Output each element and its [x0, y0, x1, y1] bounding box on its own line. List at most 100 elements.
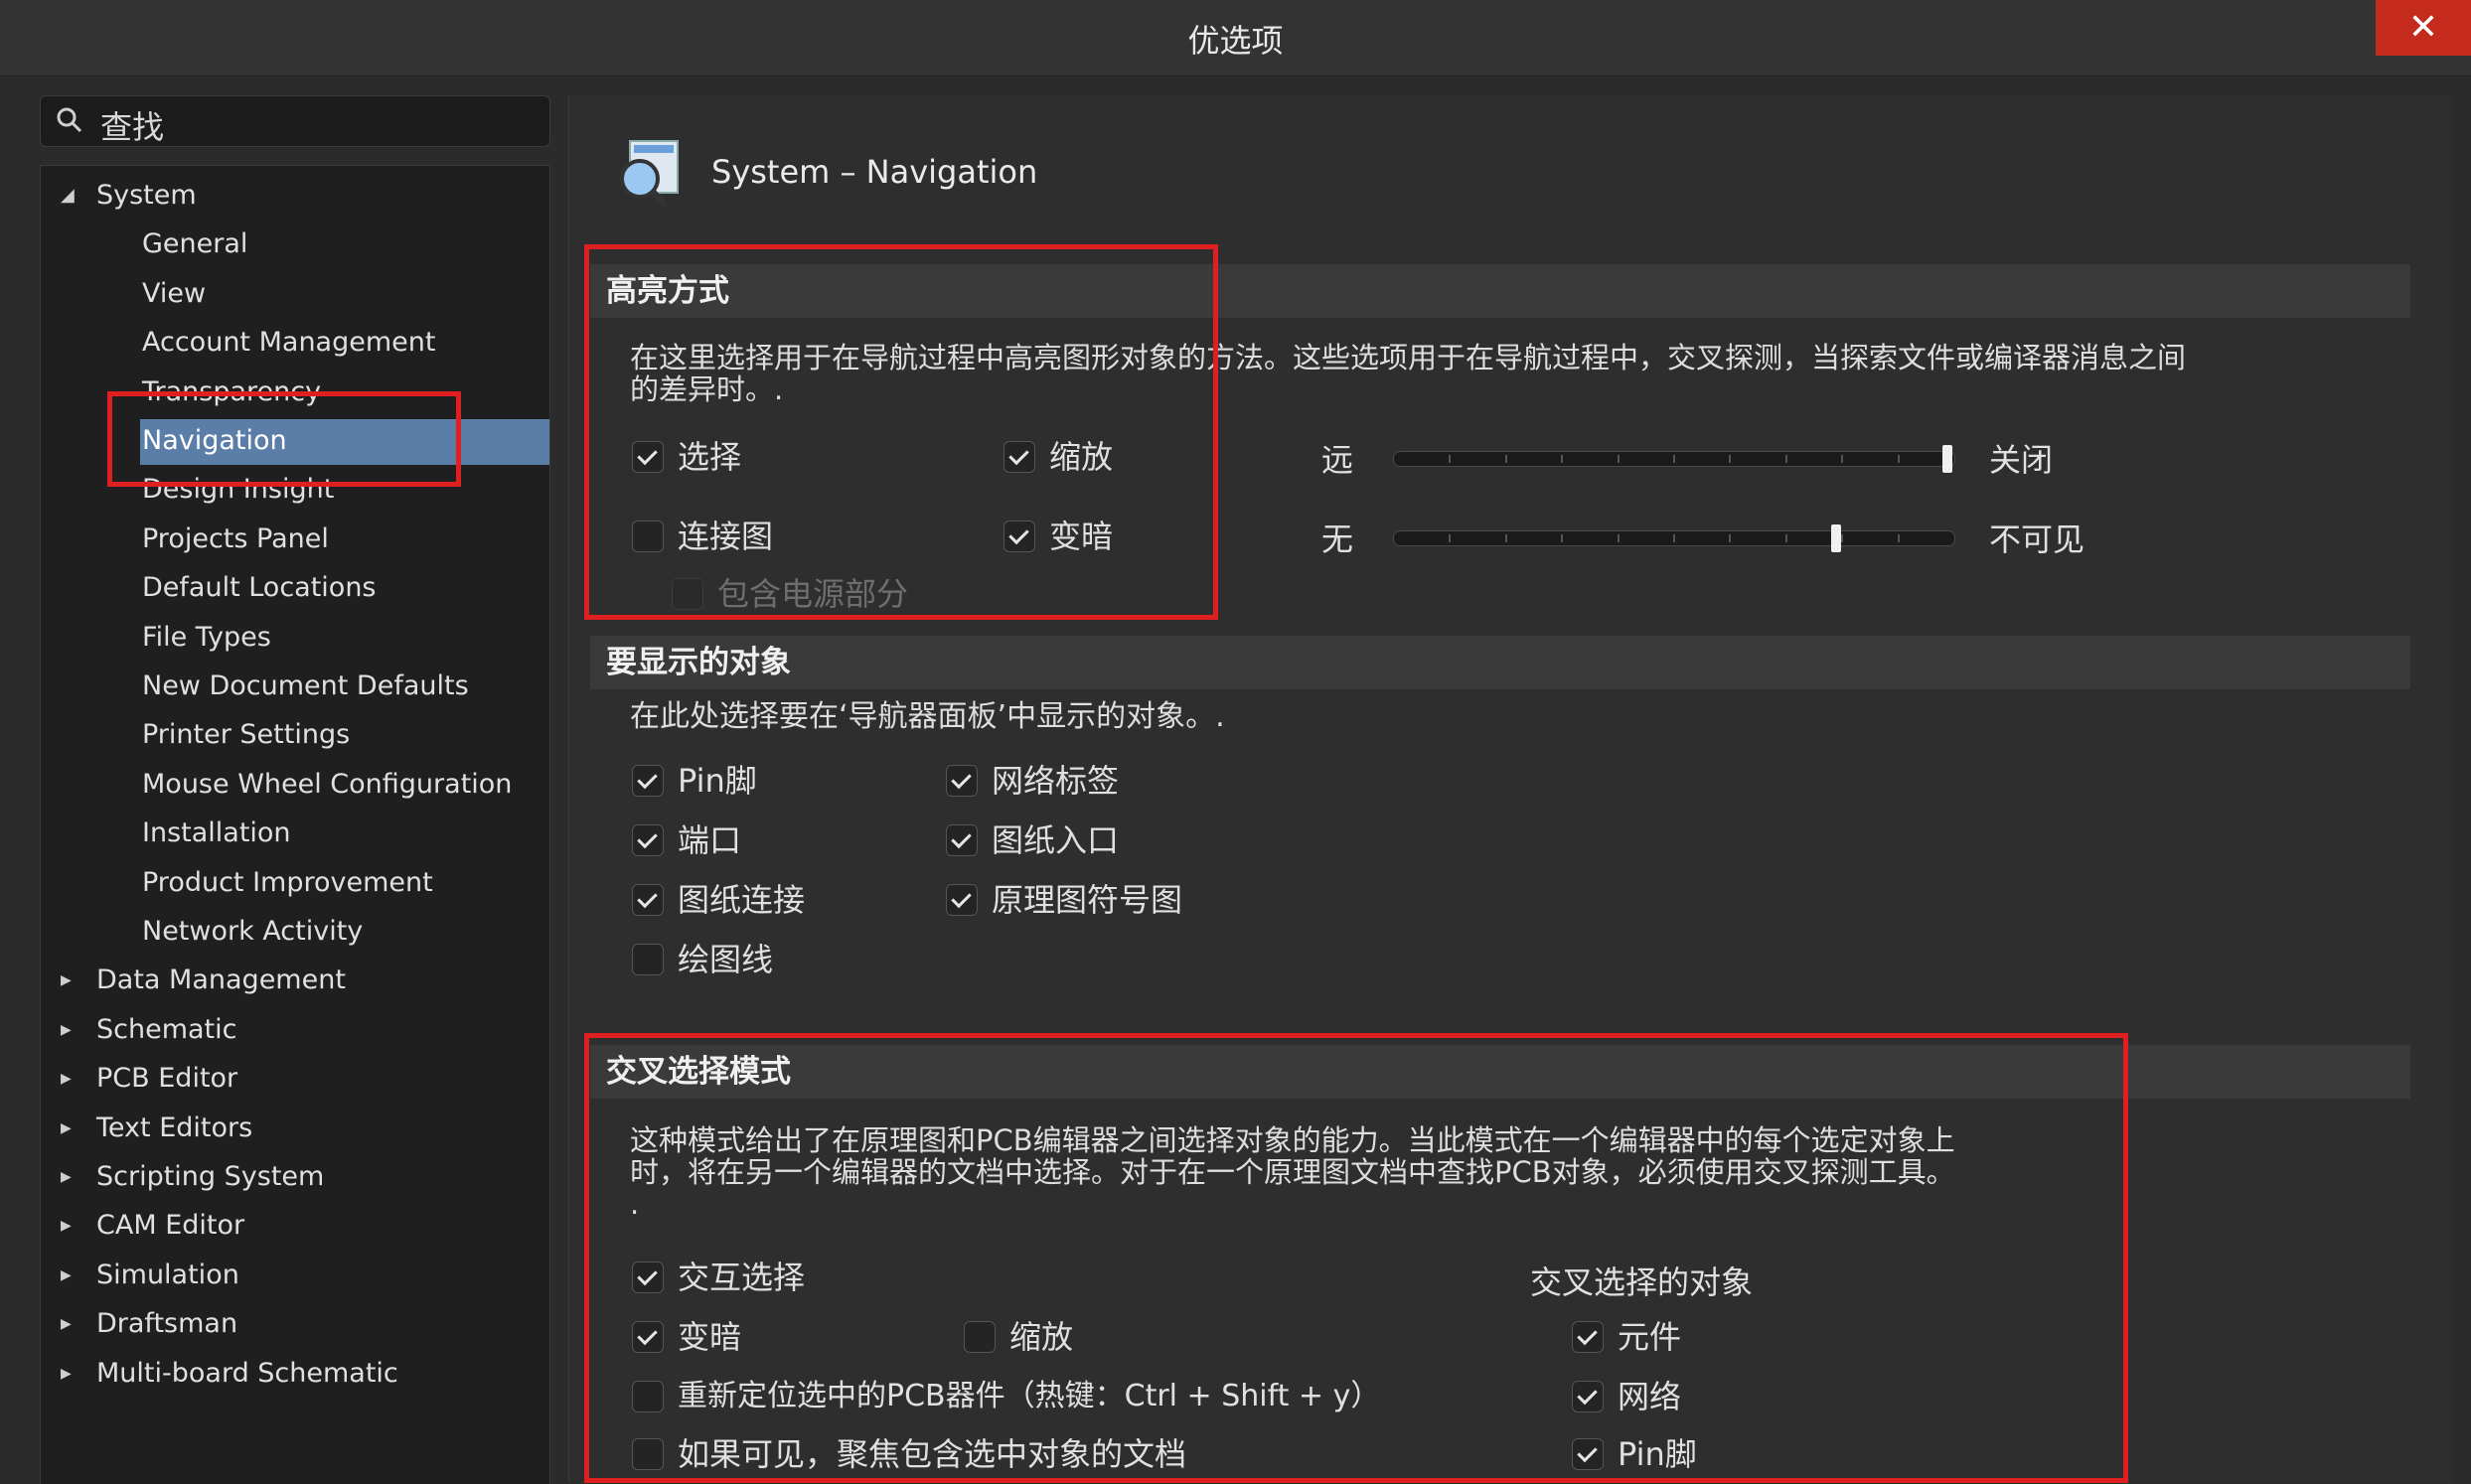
object-checkbox-box[interactable] [946, 824, 978, 856]
expand-arrow-icon[interactable]: ▶ [61, 1252, 75, 1299]
page-title: System – Navigation [711, 153, 1038, 191]
tree-item-view[interactable]: View [41, 270, 549, 318]
slider-tick [1504, 534, 1507, 542]
tree-item-label: Installation [142, 817, 291, 849]
highlight-dim-label: 变暗 [1049, 518, 1114, 555]
section-objects-header: 要显示的对象 [590, 636, 2410, 689]
highlight-zoom-box[interactable] [1004, 441, 1035, 473]
tree-item-multi-board-schematic[interactable]: ▶ Multi-board Schematic [41, 1350, 549, 1398]
object-checkbox-box[interactable] [632, 824, 664, 856]
slider-tick [1729, 455, 1732, 463]
tree-item-scripting-system[interactable]: ▶ Scripting System [41, 1153, 549, 1201]
tree-item-label: CAM Editor [96, 1210, 245, 1242]
tree-item-product-improvement[interactable]: Product Improvement [41, 859, 549, 907]
zoom-slider-thumb[interactable] [1942, 445, 1953, 473]
expand-arrow-icon[interactable]: ▶ [61, 1202, 75, 1250]
close-button[interactable]: ✕ [2376, 0, 2471, 56]
tree-item-default-locations[interactable]: Default Locations [41, 564, 549, 612]
object-checkbox-box[interactable] [632, 884, 664, 916]
cross-pins-box[interactable] [1572, 1438, 1604, 1470]
object-checkbox-label: 网络标签 [992, 762, 1120, 800]
cross-zoom-box[interactable] [964, 1321, 996, 1353]
tree-item-label: New Document Defaults [142, 670, 469, 701]
tree-item-transparency[interactable]: Transparency [41, 369, 549, 416]
tree-item-label: Transparency [142, 375, 322, 407]
expand-arrow-icon[interactable]: ▶ [61, 1055, 75, 1103]
cross-nets-label: 网络 [1618, 1378, 1682, 1415]
expand-arrow-icon[interactable]: ▶ [61, 1300, 75, 1348]
highlight-select-label: 选择 [678, 438, 742, 476]
expand-arrow-icon[interactable]: ▶ [61, 1153, 75, 1201]
cross-dim-box[interactable] [632, 1321, 664, 1353]
tree-item-label: Design Insight [142, 474, 335, 506]
slider-tick [1504, 455, 1507, 463]
tree-item-account-management[interactable]: Account Management [41, 319, 549, 367]
cross-nets-box[interactable] [1572, 1381, 1604, 1412]
tree-item-draftsman[interactable]: ▶ Draftsman [41, 1300, 549, 1348]
interactive-select-label: 交互选择 [678, 1259, 806, 1296]
search-input[interactable]: 查找 [40, 95, 550, 147]
tree-item-mouse-wheel-configuration[interactable]: Mouse Wheel Configuration [41, 761, 549, 809]
tree-item-design-insight[interactable]: Design Insight [41, 466, 549, 514]
object-checkbox-box[interactable] [946, 884, 978, 916]
tree-item-label: General [142, 228, 248, 260]
tree-item-text-editors[interactable]: ▶ Text Editors [41, 1105, 549, 1152]
collapse-arrow-icon[interactable]: ◢ [61, 172, 75, 220]
focus-document-label: 如果可见，聚焦包含选中对象的文档 [678, 1435, 1187, 1473]
slider-tick [1841, 534, 1844, 542]
highlight-connection-graph-box[interactable] [632, 520, 664, 552]
section-highlight-title: 高亮方式 [606, 273, 729, 309]
cross-components-box[interactable] [1572, 1321, 1604, 1353]
object-checkbox-box[interactable] [632, 765, 664, 797]
section-cross-select-header: 交叉选择模式 [590, 1045, 2410, 1099]
expand-arrow-icon[interactable]: ▶ [61, 1350, 75, 1398]
tree-item-projects-panel[interactable]: Projects Panel [41, 516, 549, 563]
tree-item-general[interactable]: General [41, 221, 549, 268]
tree-item-navigation[interactable]: Navigation [41, 417, 549, 465]
tree-item-new-document-defaults[interactable]: New Document Defaults [41, 663, 549, 710]
highlight-dim-box[interactable] [1004, 520, 1035, 552]
tree-item-system[interactable]: ◢ System [41, 172, 549, 220]
object-checkbox-label: 绘图线 [678, 941, 774, 978]
interactive-select-box[interactable] [632, 1261, 664, 1293]
section-objects-title: 要显示的对象 [606, 645, 791, 680]
tree-item-label: Multi-board Schematic [96, 1357, 398, 1389]
tree-item-label: File Types [142, 621, 271, 653]
tree-item-file-types[interactable]: File Types [41, 614, 549, 662]
tree-item-label: Network Activity [142, 916, 364, 947]
tree-item-simulation[interactable]: ▶ Simulation [41, 1252, 549, 1299]
focus-document-box[interactable] [632, 1438, 664, 1470]
tree-item-data-management[interactable]: ▶ Data Management [41, 957, 549, 1004]
tree-item-pcb-editor[interactable]: ▶ PCB Editor [41, 1055, 549, 1103]
dim-slider[interactable] [1393, 519, 1955, 558]
object-checkbox-box[interactable] [632, 944, 664, 975]
object-checkbox-label: 原理图符号图 [992, 881, 1183, 919]
slider-tick [1841, 455, 1844, 463]
tree-item-printer-settings[interactable]: Printer Settings [41, 711, 549, 759]
tree-item-installation[interactable]: Installation [41, 810, 549, 857]
highlight-description-1: 在这里选择用于在导航过程中高亮图形对象的方法。这些选项用于在导航过程中，交叉探测… [630, 341, 2187, 374]
section-highlight-header: 高亮方式 [590, 264, 2410, 318]
tree-item-network-activity[interactable]: Network Activity [41, 908, 549, 956]
zoom-slider[interactable] [1393, 439, 1955, 479]
cross-select-description-2: 时，将在另一个编辑器的文档中选择。对于在一个原理图文档中查找PCB对象，必须使用… [630, 1155, 1955, 1189]
include-power-box[interactable] [672, 578, 703, 610]
cross-pins-label: Pin脚 [1618, 1435, 1697, 1473]
highlight-select-box[interactable] [632, 441, 664, 473]
tree-item-label: Printer Settings [142, 719, 351, 751]
tree-item-schematic[interactable]: ▶ Schematic [41, 1006, 549, 1054]
object-checkbox-label: 图纸入口 [992, 821, 1120, 859]
dim-slider-thumb[interactable] [1830, 524, 1841, 552]
object-checkbox-box[interactable] [946, 765, 978, 797]
expand-arrow-icon[interactable]: ▶ [61, 1105, 75, 1152]
close-icon[interactable]: ✕ [2408, 7, 2438, 48]
tree-item-label: Account Management [142, 327, 436, 359]
tree-item-label: Simulation [96, 1259, 239, 1290]
settings-tree[interactable]: ◢ System General View Account Management Tran… [40, 165, 550, 1484]
cross-select-description-1: 这种模式给出了在原理图和PCB编辑器之间选择对象的能力。当此模式在一个编辑器中的… [630, 1123, 1955, 1157]
tree-item-cam-editor[interactable]: ▶ CAM Editor [41, 1202, 549, 1250]
expand-arrow-icon[interactable]: ▶ [61, 1006, 75, 1054]
expand-arrow-icon[interactable]: ▶ [61, 957, 75, 1004]
tree-item-label: PCB Editor [96, 1063, 238, 1095]
reposition-pcb-box[interactable] [632, 1381, 664, 1412]
